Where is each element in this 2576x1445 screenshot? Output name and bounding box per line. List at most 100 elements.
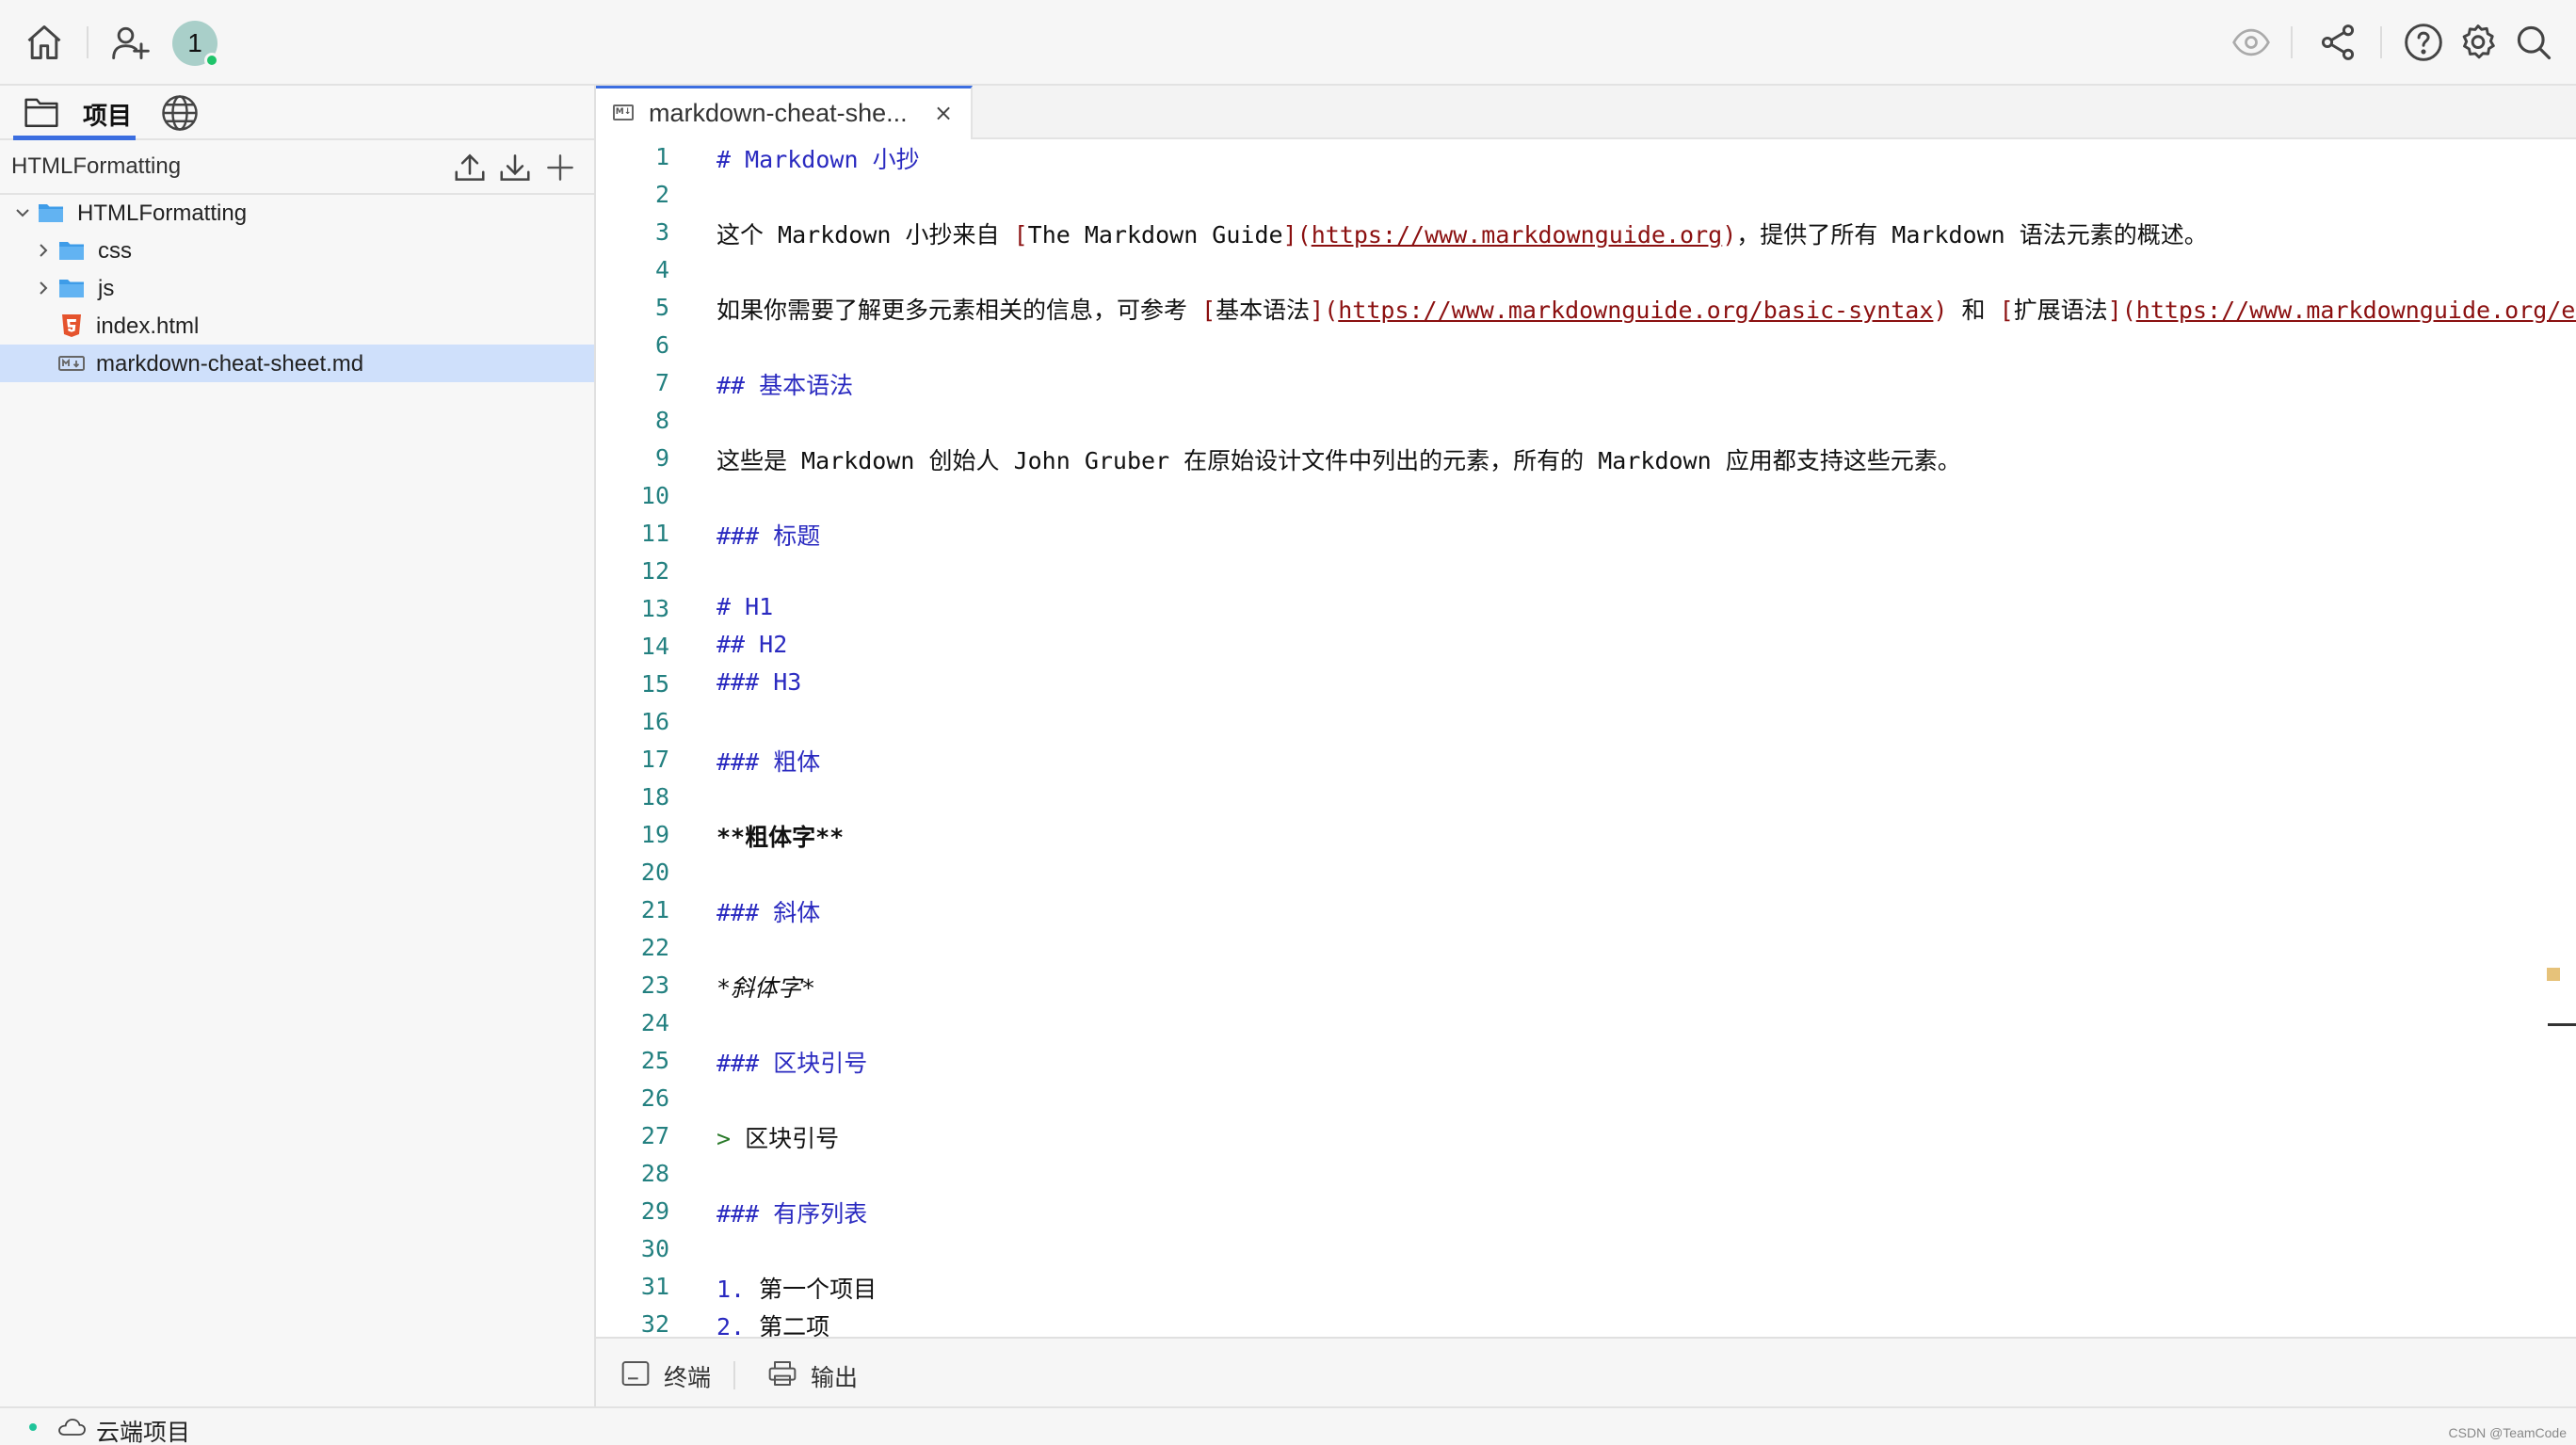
tree-item-label: markdown-cheat-sheet.md xyxy=(96,351,364,377)
editor-tab-markdown[interactable]: M↓ markdown-cheat-she... × xyxy=(596,86,973,139)
code-line[interactable]: 23 *斜体字* xyxy=(596,968,2576,1005)
code-text: # H1 xyxy=(716,593,773,620)
code-text: # Markdown 小抄 xyxy=(716,141,920,175)
line-number: 8 xyxy=(654,407,669,434)
code-line[interactable]: 3 这个 Markdown 小抄来自 [The Markdown Guide](h… xyxy=(596,215,2576,252)
cloud-project-label[interactable]: 云端项目 xyxy=(96,1414,190,1445)
close-icon[interactable]: × xyxy=(931,101,956,125)
code-token: 1. xyxy=(716,1276,746,1303)
chevron-right-icon xyxy=(40,244,48,257)
folder-icon xyxy=(24,98,58,127)
download-icon[interactable] xyxy=(497,150,533,185)
project-title: HTMLFormatting xyxy=(11,153,182,179)
code-token: 2. xyxy=(716,1313,746,1337)
editor-tab-bar: M↓ markdown-cheat-she... × xyxy=(596,86,2576,139)
code-line[interactable]: 4 xyxy=(596,252,2576,290)
scrollbar-thumb[interactable] xyxy=(2548,1023,2576,1026)
code-line[interactable]: 16 xyxy=(596,704,2576,742)
code-token: # Markdown 小抄 xyxy=(716,146,920,173)
code-text: 2. 第二项 xyxy=(716,1309,829,1337)
code-line[interactable]: 1 # Markdown 小抄 xyxy=(596,139,2576,177)
code-line[interactable]: 29 ### 有序列表 xyxy=(596,1194,2576,1231)
code-text: 这个 Markdown 小抄来自 [The Markdown Guide](ht… xyxy=(716,217,2208,250)
tree-item-root-folder[interactable]: HTMLFormatting xyxy=(0,194,594,232)
watermark: CSDN @TeamCode xyxy=(2448,1425,2567,1440)
code-line[interactable]: 18 xyxy=(596,779,2576,817)
code-token[interactable]: https://www.markdownguide.org/basic-synt… xyxy=(1338,297,1933,324)
tree-item-folder-css[interactable]: css xyxy=(0,232,594,269)
code-line[interactable]: 15 ### H3 xyxy=(596,666,2576,704)
home-icon[interactable] xyxy=(21,19,68,66)
code-token: # H1 xyxy=(716,593,774,620)
folder-icon xyxy=(59,280,84,297)
output-label: 输出 xyxy=(811,1365,859,1391)
code-line[interactable]: 12 xyxy=(596,554,2576,591)
tree-item-markdown-cheat-sheet[interactable]: markdown-cheat-sheet.md xyxy=(0,345,594,382)
tree-item-index-html[interactable]: index.html xyxy=(0,307,594,345)
code-line[interactable]: 24 xyxy=(596,1005,2576,1043)
code-line[interactable]: 14 ## H2 xyxy=(596,629,2576,666)
terminal-label: 终端 xyxy=(664,1365,712,1391)
line-number: 17 xyxy=(640,746,669,773)
code-line[interactable]: 6 xyxy=(596,328,2576,365)
sidebar-tabs: 项目 xyxy=(0,86,594,140)
code-token: ) xyxy=(1722,221,1737,249)
code-line[interactable]: 5 如果你需要了解更多元素相关的信息，可参考 [基本语法](https://www… xyxy=(596,290,2576,328)
tree-item-label: js xyxy=(98,276,115,301)
code-line[interactable]: 26 xyxy=(596,1081,2576,1118)
terminal-icon xyxy=(621,1361,650,1386)
code-line[interactable]: 2 xyxy=(596,177,2576,215)
code-line[interactable]: 17 ### 粗体 xyxy=(596,742,2576,779)
code-line[interactable]: 7 ## 基本语法 xyxy=(596,365,2576,403)
code-line[interactable]: 30 xyxy=(596,1231,2576,1269)
code-token: ]( xyxy=(1310,297,1339,324)
code-line[interactable]: 9 这些是 Markdown 创始人 John Gruber 在原始设计文件中列出… xyxy=(596,441,2576,478)
code-line[interactable]: 28 xyxy=(596,1156,2576,1194)
toolbar-divider xyxy=(2291,26,2293,58)
tree-item-label: HTMLFormatting xyxy=(77,201,248,226)
code-line[interactable]: 27 > 区块引号 xyxy=(596,1118,2576,1156)
terminal-button[interactable]: 终端 xyxy=(620,1357,724,1391)
code-token[interactable]: https://www.markdownguide.org/extended-s… xyxy=(2136,297,2576,324)
upload-icon[interactable] xyxy=(452,150,488,185)
line-number: 1 xyxy=(654,143,669,170)
online-status-dot xyxy=(204,53,219,68)
search-icon[interactable] xyxy=(2510,19,2557,66)
preview-eye-icon[interactable] xyxy=(2228,19,2275,66)
code-line[interactable]: 8 xyxy=(596,403,2576,441)
code-line[interactable]: 22 xyxy=(596,930,2576,968)
code-token: ### H3 xyxy=(716,668,802,696)
code-line[interactable]: 11 ### 标题 xyxy=(596,516,2576,554)
code-line[interactable]: 19 **粗体字** xyxy=(596,817,2576,855)
cloud-icon[interactable] xyxy=(56,1416,87,1438)
markdown-file-icon: M↓ xyxy=(613,104,634,120)
code-token: 第一个项目 xyxy=(745,1276,877,1303)
code-token: [ xyxy=(1201,297,1216,324)
code-line[interactable]: 13 # H1 xyxy=(596,591,2576,629)
sidebar: 项目 HTMLFormatting HTMLFormatting css js … xyxy=(0,86,596,1406)
globe-icon[interactable] xyxy=(160,93,200,133)
tree-item-folder-js[interactable]: js xyxy=(0,269,594,307)
code-text: ### H3 xyxy=(716,668,801,696)
line-number: 10 xyxy=(640,482,669,509)
code-line[interactable]: 20 xyxy=(596,855,2576,892)
share-icon[interactable] xyxy=(2314,19,2361,66)
add-file-icon[interactable] xyxy=(542,150,578,185)
code-line[interactable]: 21 ### 斜体 xyxy=(596,892,2576,930)
line-number: 32 xyxy=(640,1310,669,1337)
gear-icon[interactable] xyxy=(2455,19,2502,66)
code-editor[interactable]: 1 # Markdown 小抄 2 3 这个 Markdown 小抄来自 [The Ma… xyxy=(596,139,2576,1337)
add-user-icon[interactable] xyxy=(107,19,154,66)
line-number: 28 xyxy=(640,1160,669,1187)
help-icon[interactable] xyxy=(2400,19,2447,66)
code-line[interactable]: 25 ### 区块引号 xyxy=(596,1043,2576,1081)
code-line[interactable]: 32 2. 第二项 xyxy=(596,1307,2576,1337)
code-line[interactable]: 10 xyxy=(596,478,2576,516)
code-token: ]( xyxy=(2107,297,2136,324)
tab-project-files[interactable]: 项目 xyxy=(13,86,136,140)
output-button[interactable]: 输出 xyxy=(767,1357,871,1391)
code-token[interactable]: https://www.markdownguide.org xyxy=(1312,221,1723,249)
chevron-down-icon xyxy=(16,209,29,217)
code-line[interactable]: 31 1. 第一个项目 xyxy=(596,1269,2576,1307)
code-token: 扩展语法 xyxy=(2013,297,2108,324)
